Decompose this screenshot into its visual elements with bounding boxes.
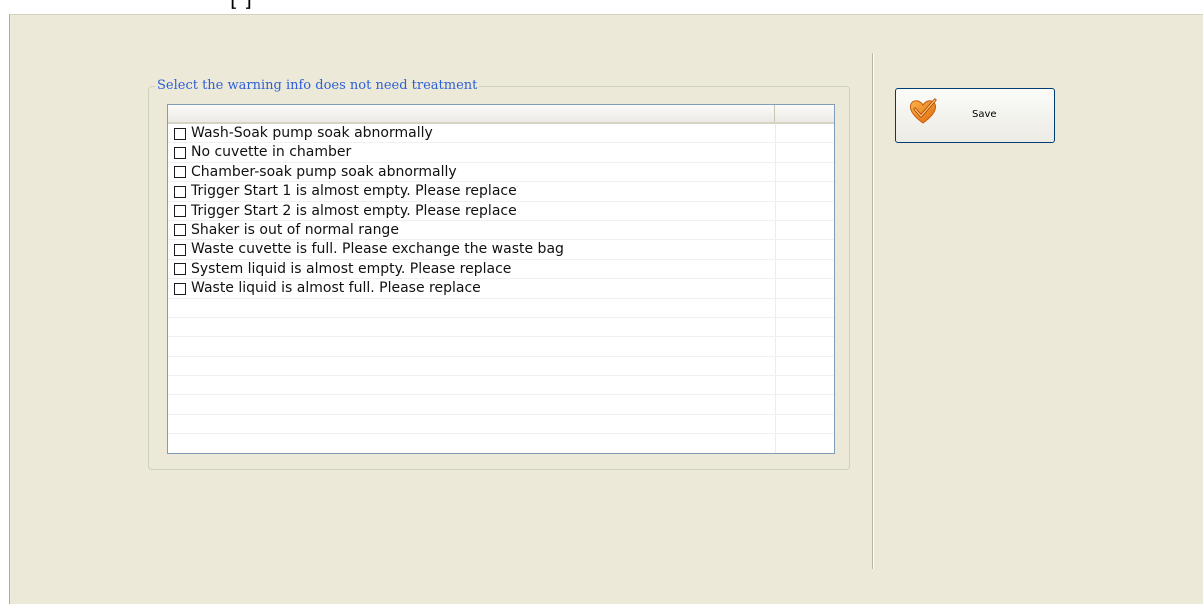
list-item[interactable]: Shaker is out of normal range	[168, 221, 834, 241]
list-header	[168, 105, 834, 124]
list-item[interactable]: Waste cuvette is full. Please exchange t…	[168, 240, 834, 260]
item-label: Trigger Start 2 is almost empty. Please …	[191, 202, 517, 219]
list-item-content: System liquid is almost empty. Please re…	[174, 260, 512, 277]
list-item-content: Waste cuvette is full. Please exchange t…	[174, 242, 564, 257]
window-title-fragment: [ ]	[230, 0, 730, 11]
list-rows: Wash-Soak pump soak abnormally No cuvette…	[168, 124, 834, 453]
group-title: Select the warning info does not need tr…	[155, 78, 480, 94]
empty-list-row	[168, 357, 834, 377]
item-checkbox[interactable]	[174, 185, 186, 198]
window-title-strip: [ ]	[0, 0, 1203, 14]
column-header-item[interactable]	[168, 105, 775, 122]
empty-list-row	[168, 415, 834, 435]
item-checkbox[interactable]	[174, 166, 186, 179]
item-checkbox[interactable]	[174, 205, 186, 218]
item-checkbox[interactable]	[174, 224, 186, 237]
item-checkbox[interactable]	[174, 146, 186, 159]
list-item[interactable]: Wash-Soak pump soak abnormally	[168, 124, 834, 144]
item-label: Trigger Start 1 is almost empty. Please …	[191, 183, 517, 200]
list-item-content: Waste liquid is almost full. Please repl…	[174, 281, 481, 296]
item-checkbox[interactable]	[174, 282, 186, 295]
list-item[interactable]: Trigger Start 1 is almost empty. Please …	[168, 182, 834, 202]
column-header-extra[interactable]	[775, 105, 834, 122]
empty-list-row	[168, 376, 834, 396]
list-item-content: Shaker is out of normal range	[174, 221, 399, 238]
save-button[interactable]: Save	[895, 88, 1055, 143]
item-label: Waste cuvette is full. Please exchange t…	[191, 241, 564, 258]
empty-list-row	[168, 318, 834, 338]
list-item-content: Wash-Soak pump soak abnormally	[174, 126, 433, 141]
item-checkbox[interactable]	[174, 263, 186, 276]
item-label: Wash-Soak pump soak abnormally	[191, 125, 433, 141]
item-checkbox[interactable]	[174, 127, 186, 140]
item-checkbox[interactable]	[174, 243, 186, 256]
item-label: Chamber-soak pump soak abnormally	[191, 163, 457, 180]
warning-list[interactable]: Wash-Soak pump soak abnormally No cuvette…	[167, 104, 835, 454]
list-item-content: Chamber-soak pump soak abnormally	[174, 163, 457, 180]
empty-list-row	[168, 395, 834, 415]
item-label: No cuvette in chamber	[191, 144, 352, 161]
list-item-content: Trigger Start 1 is almost empty. Please …	[174, 184, 517, 199]
empty-list-row	[168, 299, 834, 318]
item-label: Waste liquid is almost full. Please repl…	[191, 280, 481, 297]
list-item[interactable]: Waste liquid is almost full. Please repl…	[168, 279, 834, 299]
list-item-content: Trigger Start 2 is almost empty. Please …	[174, 202, 517, 219]
item-label: System liquid is almost empty. Please re…	[191, 260, 512, 277]
list-item[interactable]: Chamber-soak pump soak abnormally	[168, 163, 834, 183]
list-item[interactable]: Trigger Start 2 is almost empty. Please …	[168, 202, 834, 221]
list-item-content: No cuvette in chamber	[174, 145, 351, 160]
heart-check-icon	[909, 98, 937, 124]
save-button-label: Save	[972, 109, 997, 120]
empty-list-row	[168, 434, 834, 453]
item-label: Shaker is out of normal range	[191, 221, 399, 238]
empty-list-row	[168, 337, 834, 357]
vertical-separator	[872, 53, 874, 569]
list-item[interactable]: No cuvette in chamber	[168, 143, 834, 163]
list-item[interactable]: System liquid is almost empty. Please re…	[168, 260, 834, 280]
